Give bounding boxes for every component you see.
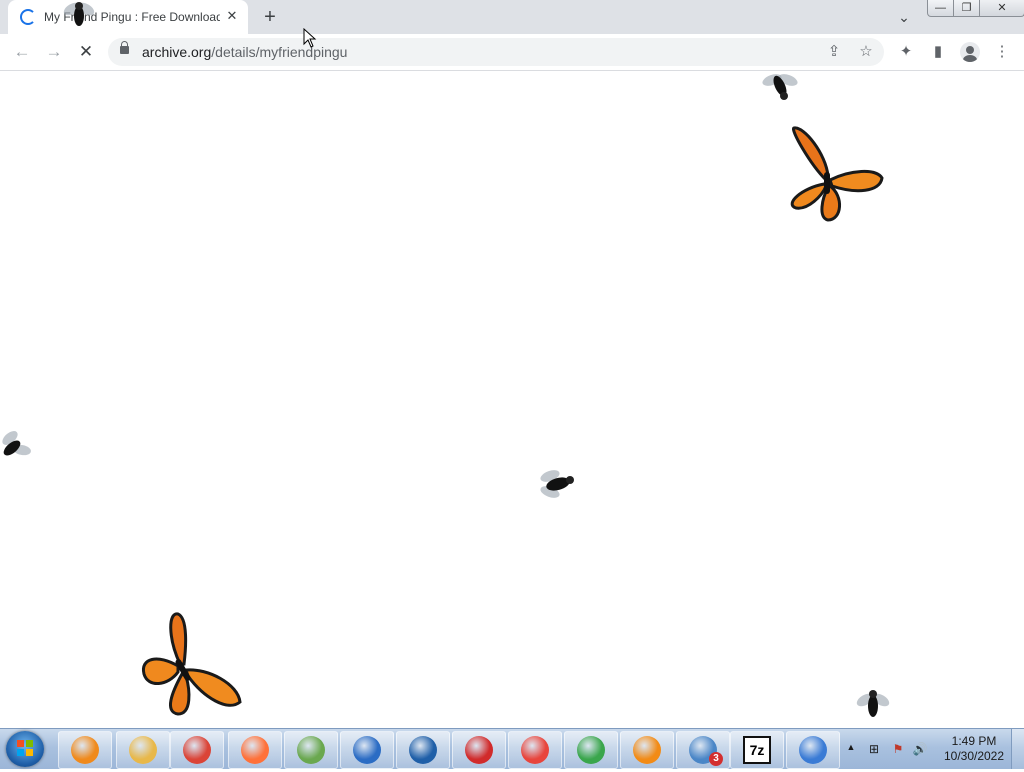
windows-taskbar: 3 7z ▲ ⊞ ⚑ 🔊 1:49 PM 10/30/2022 (0, 728, 1024, 769)
close-window-button[interactable]: ✕ (979, 0, 1024, 17)
taskbar-button-7zip[interactable]: 7z (730, 731, 784, 769)
taskbar-button-firefox[interactable] (228, 731, 282, 769)
taskbar-button-stopwatch[interactable] (564, 731, 618, 769)
blue-shield-icon (409, 736, 437, 764)
colorful-squares-icon (521, 736, 549, 764)
stopwatch-icon (577, 736, 605, 764)
fly-icon (2, 431, 31, 456)
fly-icon (63, 2, 95, 26)
profile-avatar-icon[interactable] (960, 42, 980, 62)
side-panel-icon[interactable]: ▮ (928, 42, 948, 62)
browser-toolbar: ← → ✕ archive.org/details/myfriendpingu … (0, 34, 1024, 71)
back-button[interactable]: ← (10, 40, 34, 64)
green-globe-icon (297, 736, 325, 764)
url-path: /details/myfriendpingu (211, 44, 348, 60)
fly-icon (762, 74, 798, 100)
share-icon[interactable]: ⇪ (824, 42, 844, 62)
restore-button[interactable]: ❐ (953, 0, 980, 17)
taskbar-button-chrome[interactable] (170, 731, 224, 769)
network-computer-icon (799, 736, 827, 764)
taskbar-button-colorful-squares[interactable] (508, 731, 562, 769)
show-hidden-icons-button[interactable]: ▲ (845, 741, 857, 753)
bookmark-star-icon[interactable]: ☆ (856, 42, 876, 62)
window-controls: — ❐ ✕ (927, 0, 1024, 17)
taskbar-button-shield-check[interactable] (340, 731, 394, 769)
show-desktop-button[interactable] (1011, 729, 1024, 769)
url-host: archive.org (142, 44, 212, 60)
minimize-button[interactable]: — (927, 0, 954, 17)
clock-date: 10/30/2022 (943, 749, 1005, 763)
7zip-icon: 7z (743, 736, 771, 764)
volume-icon[interactable]: 🔊 (912, 741, 928, 757)
new-tab-button[interactable]: + (258, 5, 282, 29)
media-player-icon (71, 736, 99, 764)
taskbar-button-network-computer[interactable] (786, 731, 840, 769)
system-clock[interactable]: 1:49 PM 10/30/2022 (938, 734, 1010, 764)
file-explorer-icon (129, 736, 157, 764)
start-button[interactable] (6, 731, 44, 767)
fly-icon (540, 470, 574, 498)
windows-logo-icon (17, 740, 33, 756)
clock-time: 1:49 PM (951, 734, 997, 748)
red-gear-app-icon (465, 736, 493, 764)
forward-button[interactable]: → (42, 40, 66, 64)
stop-loading-button[interactable]: ✕ (74, 40, 98, 64)
chrome-menu-icon[interactable]: ⋮ (992, 42, 1012, 62)
address-bar[interactable]: archive.org/details/myfriendpingu ⇪ ☆ (108, 38, 884, 66)
tab-close-icon[interactable]: ✕ (224, 8, 240, 24)
action-center-flag-icon[interactable]: ⚑ (890, 741, 906, 757)
loading-spinner-icon (20, 9, 36, 25)
butterfly-icon (790, 126, 884, 222)
taskbar-button-red-gear-app[interactable] (452, 731, 506, 769)
tab-search-button[interactable]: ⌄ (894, 7, 914, 27)
tab-strip: My Friend Pingu : Free Download ✕ + ⌄ — … (0, 0, 1024, 34)
shield-check-icon (353, 736, 381, 764)
chrome-icon (183, 736, 211, 764)
network-tray-icon[interactable]: ⊞ (866, 741, 882, 757)
active-tab[interactable]: My Friend Pingu : Free Download ✕ (8, 0, 248, 34)
firefox-icon (241, 736, 269, 764)
butterfly-icon (141, 612, 242, 716)
mouse-cursor-icon (303, 28, 317, 48)
extensions-puzzle-icon[interactable]: ✦ (896, 42, 916, 62)
fly-icon (856, 690, 890, 717)
taskbar-button-orange-ring-app[interactable] (620, 731, 674, 769)
orange-ring-app-icon (633, 736, 661, 764)
lock-icon[interactable] (120, 41, 129, 54)
taskbar-button-green-globe[interactable] (284, 731, 338, 769)
taskbar-button-media-player[interactable] (58, 731, 112, 769)
taskbar-button-blue-shield[interactable] (396, 731, 450, 769)
notification-badge: 3 (709, 752, 723, 766)
taskbar-button-search-magnifier[interactable]: 3 (676, 731, 730, 769)
taskbar-button-file-explorer[interactable] (116, 731, 170, 769)
